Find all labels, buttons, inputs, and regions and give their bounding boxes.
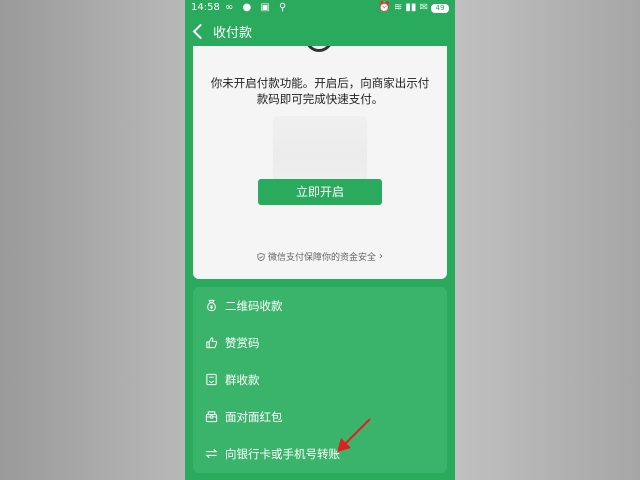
- menu-item-label: 群收款: [225, 372, 260, 387]
- group-receipt-icon: [206, 373, 217, 386]
- payment-card: 你未开启付款功能。开启后，向商家出示付款码即可完成快速支付。 立即开启 微信支付…: [193, 46, 447, 279]
- menu-item-reward-code[interactable]: 赞赏码: [193, 324, 447, 361]
- security-note: 微信支付保障你的资金安全: [267, 253, 376, 263]
- menu-item-bank-transfer[interactable]: 向银行卡或手机号转账: [193, 435, 447, 472]
- menu-item-label: 面对面红包: [225, 409, 283, 424]
- status-time: 14:58: [191, 2, 220, 13]
- payment-disabled-description: 你未开启付款功能。开启后，向商家出示付款码即可完成快速支付。: [210, 76, 430, 106]
- menu-item-qr-receive[interactable]: 二维码收款: [193, 287, 447, 324]
- status-right-icons: ⏰ ≋ ▮▮ ✉ 49: [378, 0, 449, 16]
- thumbs-up-icon: [206, 337, 218, 349]
- red-packet-icon: [205, 411, 218, 423]
- menu-item-label: 赞赏码: [225, 335, 260, 350]
- payment-menu: 二维码收款 赞赏码 群收款 面对面红包 向银行卡或手机号转账: [193, 287, 447, 473]
- menu-item-label: 向银行卡或手机号转账: [225, 446, 340, 461]
- chevron-right-icon: ›: [379, 251, 383, 262]
- money-bag-icon: [207, 299, 216, 312]
- menu-item-face-to-face-red-packet[interactable]: 面对面红包: [193, 398, 447, 435]
- menu-item-group-receive[interactable]: 群收款: [193, 361, 447, 398]
- enable-payment-button[interactable]: 立即开启: [258, 179, 382, 205]
- menu-item-label: 二维码收款: [225, 298, 283, 313]
- status-bar: 14:58 ∞ ● ▣ ⚲ ⏰ ≋ ▮▮ ✉ 49: [185, 0, 455, 16]
- avatar-circle-icon: [305, 46, 333, 52]
- shield-icon: [257, 252, 265, 261]
- status-left-icons: ∞ ● ▣ ⚲: [225, 2, 290, 13]
- transfer-icon: [205, 448, 218, 459]
- nav-bar: 收付款: [185, 18, 455, 46]
- battery-icon: 49: [431, 3, 449, 13]
- status-indicator-icons: ⏰ ≋ ▮▮ ✉: [378, 2, 428, 13]
- security-link[interactable]: 微信支付保障你的资金安全 ›: [193, 250, 447, 263]
- red-arrow-annotation-icon: [337, 418, 371, 452]
- page-title: 收付款: [213, 26, 253, 41]
- phone-screen: 14:58 ∞ ● ▣ ⚲ ⏰ ≋ ▮▮ ✉ 49 收付款 你未开启付款功能。开…: [185, 0, 455, 480]
- back-arrow-icon[interactable]: [192, 23, 209, 40]
